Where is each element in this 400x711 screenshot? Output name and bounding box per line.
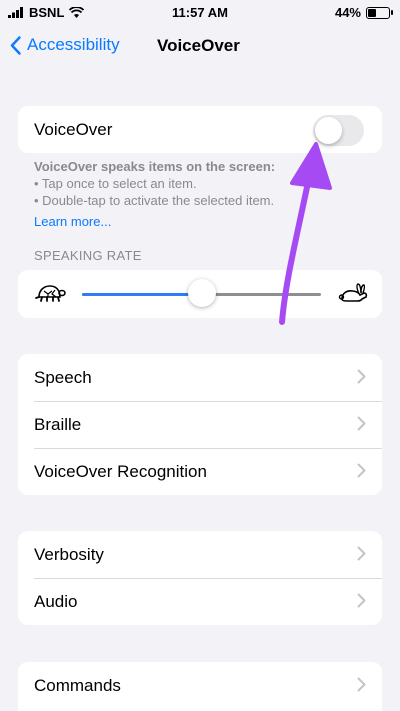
verbosity-row[interactable]: Verbosity xyxy=(18,531,382,578)
page-title: VoiceOver xyxy=(157,36,240,55)
row-label: Speech xyxy=(34,367,92,387)
settings-group-3: Commands xyxy=(18,662,382,711)
rabbit-icon xyxy=(338,283,368,302)
chevron-right-icon xyxy=(357,677,366,692)
row-label: Braille xyxy=(34,414,82,434)
voiceover-description: VoiceOver speaks items on the screen: • … xyxy=(34,158,384,209)
settings-group-2: Verbosity Audio xyxy=(18,531,382,625)
chevron-right-icon xyxy=(357,593,366,608)
speaking-rate-card xyxy=(18,270,382,318)
description-line-2: • Tap once to select an item. xyxy=(34,176,197,191)
description-line-1: VoiceOver speaks items on the screen: xyxy=(34,159,276,174)
row-label: Commands xyxy=(34,675,121,695)
speaking-rate-header: SPEAKING RATE xyxy=(34,248,142,263)
settings-group-1: Speech Braille VoiceOver Recognition xyxy=(18,354,382,495)
toggle-knob xyxy=(315,117,342,144)
chevron-right-icon xyxy=(357,369,366,384)
row-label: Audio xyxy=(34,591,78,611)
navigation-bar: Accessibility VoiceOver xyxy=(0,24,400,68)
chevron-right-icon xyxy=(357,416,366,431)
battery-icon xyxy=(366,6,393,19)
voiceover-recognition-row[interactable]: VoiceOver Recognition xyxy=(18,448,382,495)
battery-percent: 44% xyxy=(334,5,361,20)
learn-more-link[interactable]: Learn more... xyxy=(34,214,111,229)
row-label: Verbosity xyxy=(34,544,104,564)
row-label: VoiceOver Recognition xyxy=(34,461,207,481)
audio-row[interactable]: Audio xyxy=(18,578,382,625)
status-bar: BSNL 11:57 AM 44% xyxy=(0,0,400,24)
voiceover-card: VoiceOver xyxy=(18,106,382,153)
voiceover-label: VoiceOver xyxy=(34,119,113,139)
back-button[interactable]: Accessibility xyxy=(10,35,120,55)
speaking-rate-fill xyxy=(82,293,202,296)
speech-row[interactable]: Speech xyxy=(18,354,382,401)
braille-row[interactable]: Braille xyxy=(18,401,382,448)
chevron-right-icon xyxy=(357,546,366,561)
chevron-left-icon xyxy=(10,35,21,55)
back-button-label: Accessibility xyxy=(27,35,120,54)
description-line-3: • Double-tap to activate the selected it… xyxy=(34,193,275,208)
voiceover-toggle[interactable] xyxy=(313,115,364,146)
turtle-icon xyxy=(35,285,66,302)
speaking-rate-thumb[interactable] xyxy=(187,279,216,307)
commands-row[interactable]: Commands xyxy=(18,662,382,709)
chevron-right-icon xyxy=(357,463,366,478)
voiceover-row: VoiceOver xyxy=(18,106,382,153)
